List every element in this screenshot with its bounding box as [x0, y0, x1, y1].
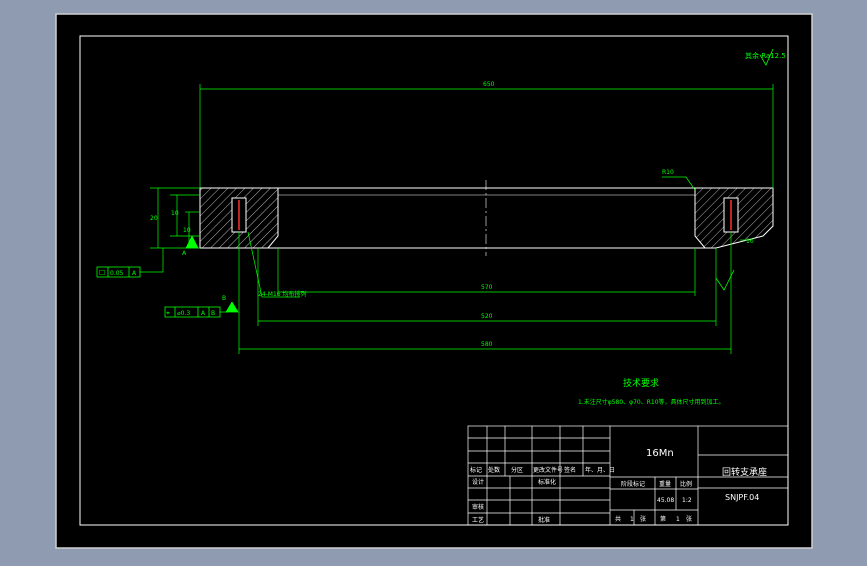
dim-right-small: 10 — [746, 238, 754, 245]
sign-header-1: 处数 — [488, 466, 500, 474]
sheet-current: 1 — [676, 516, 680, 523]
scale-value: 1:2 — [682, 497, 692, 504]
svg-text:⌀0.3: ⌀0.3 — [177, 310, 190, 317]
chamfer-callout: R10 — [662, 169, 674, 176]
hole-callout: 24-M16 均布排列 — [258, 290, 307, 298]
sign-header-4: 签名 — [564, 466, 576, 474]
sign-header-0: 标记 — [470, 466, 482, 474]
stage-header-0: 阶段标记 — [621, 480, 645, 488]
svg-text:B: B — [211, 310, 215, 317]
role-review: 审核 — [472, 503, 484, 511]
cad-drawing-svg[interactable]: 其余 Ra12.5 650 570 520 580 20 10 10 24-M1… — [0, 0, 867, 562]
roughness-corner-note: 其余 Ra12.5 — [745, 51, 786, 60]
stage-header-1: 重量 — [659, 480, 671, 488]
tech-requirements-note: 1.未注尺寸φ580、φ70、R10等，具体尺寸用到加工。 — [578, 398, 725, 406]
stage-header-2: 比例 — [680, 480, 692, 488]
sheet-word-unit: 张 — [640, 515, 646, 523]
dim-570: 570 — [481, 284, 493, 291]
dim-650: 650 — [483, 81, 495, 88]
role-approve: 批准 — [538, 516, 550, 524]
dim-height-total: 20 — [150, 215, 158, 222]
role-process: 工艺 — [472, 516, 484, 524]
role-standard: 标准化 — [538, 478, 556, 486]
sign-header-5: 年、月、日 — [585, 466, 615, 474]
material: 16Mn — [646, 448, 674, 459]
sheet-word-total: 共 — [615, 515, 621, 523]
cad-viewport[interactable]: 其余 Ra12.5 650 570 520 580 20 10 10 24-M1… — [0, 0, 867, 562]
drawing-paper — [55, 13, 813, 549]
tech-requirements-title: 技术要求 — [623, 377, 659, 389]
role-design: 设计 — [472, 478, 484, 486]
datum-b-label: B — [222, 295, 226, 302]
part-name: 回转支承座 — [722, 466, 767, 478]
sign-header-2: 分区 — [511, 466, 523, 474]
weight-value: 45.08 — [657, 497, 674, 504]
dim-520: 520 — [481, 313, 493, 320]
svg-text:☐: ☐ — [99, 269, 105, 277]
sheet-word-current: 第 — [660, 515, 666, 523]
svg-text:0.05: 0.05 — [110, 270, 124, 277]
svg-text:⌖: ⌖ — [166, 309, 170, 317]
sign-header-3: 更改文件号 — [533, 466, 563, 474]
drawing-number: SNJPF.04 — [725, 493, 759, 502]
dim-height-b: 10 — [183, 227, 191, 234]
sheet-total: 1 — [630, 516, 634, 523]
dim-580: 580 — [481, 341, 493, 348]
sheet-word-unit-2: 张 — [686, 515, 692, 523]
dim-height-a: 10 — [171, 210, 179, 217]
